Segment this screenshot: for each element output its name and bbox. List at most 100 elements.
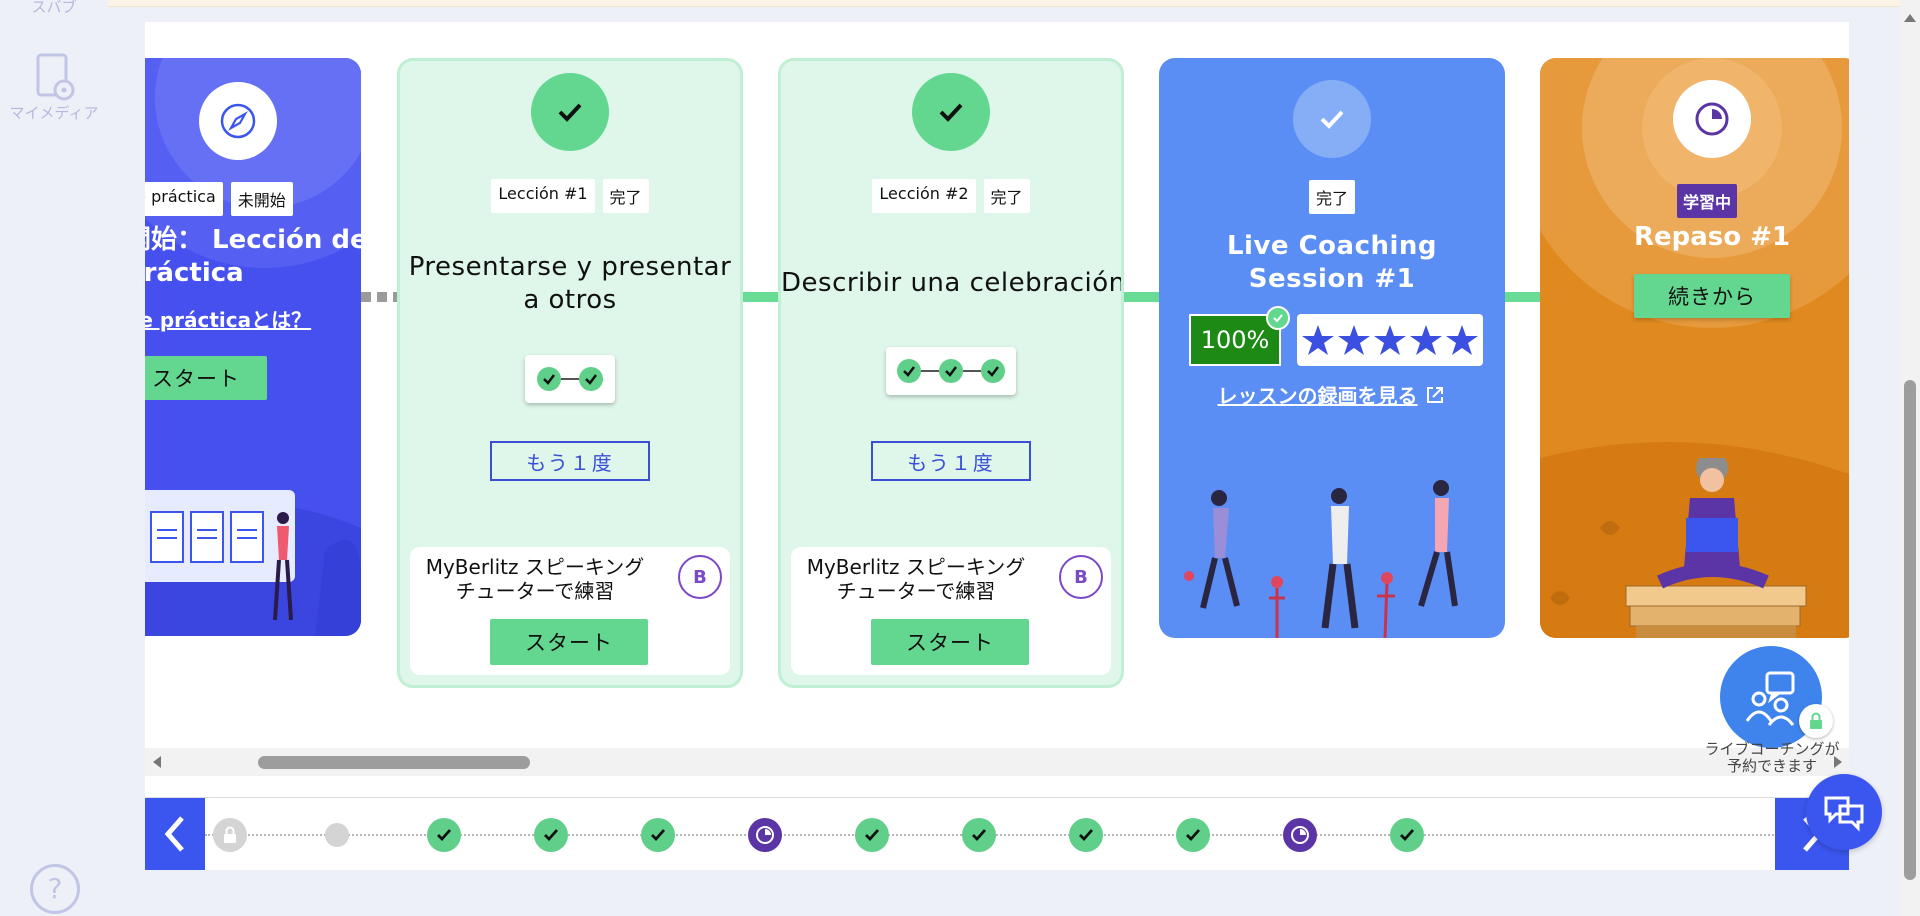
status-tag: 完了 (1308, 180, 1355, 214)
timeline-step-done[interactable] (1390, 818, 1424, 852)
check-icon (939, 359, 963, 383)
watch-recording-link[interactable]: レッスンの録画を見る (1159, 380, 1505, 409)
connector (741, 292, 781, 302)
timeline-step-done[interactable] (855, 818, 889, 852)
link-text[interactable]: とは？ (251, 308, 311, 332)
in-progress-icon (1291, 826, 1309, 844)
retry-button[interactable]: もう１度 (490, 441, 650, 481)
sidebar-item-label: スバブ (31, 0, 77, 16)
card-title: Describir una celebración (781, 268, 1124, 298)
speaking-tutor-box: MyBerlitz スピーキングチューターで練習 B スタート (410, 547, 730, 675)
check-icon (897, 359, 921, 383)
top-border (0, 0, 1920, 7)
retry-button[interactable]: もう１度 (871, 441, 1031, 481)
card-title-line: práctica (145, 258, 244, 288)
lock-icon (224, 826, 236, 843)
card-title-line: 開始： Lección de (145, 225, 361, 255)
check-icon (579, 367, 603, 391)
card-tags: 完了 (1159, 180, 1505, 214)
timeline-step-done[interactable] (641, 818, 675, 852)
sidebar-item-my-media[interactable]: マイメディア (0, 52, 108, 123)
card-title: Live Coaching Session #1 (1226, 231, 1438, 294)
timeline-step-done[interactable] (1176, 818, 1210, 852)
timeline-prev-button[interactable] (145, 798, 205, 870)
timeline-step-done[interactable] (427, 818, 461, 852)
live-coaching-card[interactable]: 完了 Live Coaching Session #1 100% レッスンの録画… (1159, 58, 1505, 638)
tutor-text: MyBerlitz スピーキングチューターで練習 (425, 555, 645, 603)
sidebar: スバブ マイメディア ? (0, 0, 108, 916)
link-text[interactable]: レッスンの録画を見る (1218, 384, 1418, 408)
lesson-type-tag: Lección #1 (491, 179, 595, 213)
lesson-type-tag: de práctica (145, 182, 223, 216)
tutor-text: MyBerlitz スピーキングチューターで練習 (806, 555, 1026, 603)
status-tag: 学習中 (1677, 184, 1738, 218)
in-progress-icon (1673, 80, 1751, 158)
status-tag: 完了 (983, 179, 1030, 213)
tutor-start-button[interactable]: スタート (871, 619, 1029, 665)
check-icon (972, 829, 987, 842)
sidebar-item-hub[interactable]: スバブ (0, 0, 108, 17)
lesson-track: de práctica 未開始 開始： Lección de práctica … (145, 22, 1849, 702)
check-icon (537, 367, 561, 391)
timeline-step-locked[interactable] (213, 818, 247, 852)
start-button[interactable]: スタート (145, 356, 267, 400)
connector (361, 292, 399, 302)
card-tags: Lección #1 完了 (400, 179, 740, 213)
status-tag: 完了 (602, 179, 649, 213)
continue-button[interactable]: 続きから (1634, 274, 1790, 318)
timeline-step-in-progress[interactable] (1283, 818, 1317, 852)
lesson-timeline-nav (145, 797, 1849, 870)
illustration (145, 490, 361, 636)
timeline-step-done[interactable] (534, 818, 568, 852)
card-title: 開始： Lección de práctica (145, 224, 361, 290)
chat-icon (1824, 796, 1864, 832)
star-rating (1297, 314, 1483, 366)
horizontal-scroll-thumb[interactable] (258, 756, 530, 769)
lesson-card-2[interactable]: Lección #2 完了 Describir una celebración … (778, 58, 1124, 688)
lesson-type-tag: Lección #2 (872, 179, 976, 213)
step-progress (886, 347, 1016, 395)
lock-icon (1799, 704, 1833, 738)
step-progress (525, 355, 615, 403)
scroll-left-icon[interactable] (151, 755, 163, 769)
check-icon (1400, 829, 1415, 842)
progress-line (963, 370, 981, 372)
berlitz-tutor-icon: B (1059, 555, 1103, 599)
connector (1122, 292, 1160, 302)
chat-button[interactable] (1806, 774, 1882, 850)
berlitz-tutor-icon: B (678, 555, 722, 599)
help-icon[interactable]: ? (30, 864, 80, 914)
timeline-step-done[interactable] (962, 818, 996, 852)
timeline-step-pending[interactable] (325, 823, 349, 847)
vertical-scroll-thumb[interactable] (1904, 380, 1916, 880)
tutor-start-button[interactable]: スタート (490, 619, 648, 665)
lesson-card-practice[interactable]: de práctica 未開始 開始： Lección de práctica … (145, 58, 361, 636)
link-text[interactable]: de práctica (145, 308, 251, 332)
celebration-illustration (1184, 480, 1458, 638)
card-title: Presentarse y presentar a otros (408, 252, 732, 315)
what-is-practice-link[interactable]: de prácticaとは？ (145, 304, 311, 333)
media-icon (36, 53, 75, 101)
check-icon (651, 829, 666, 842)
lesson-card-1[interactable]: Lección #1 完了 Presentarse y presentar a … (397, 58, 743, 688)
check-icon (1079, 829, 1094, 842)
reading-illustration (1550, 458, 1807, 638)
coaching-icon (1745, 671, 1795, 726)
check-icon (1186, 829, 1201, 842)
check-icon (981, 359, 1005, 383)
in-progress-icon (756, 826, 774, 844)
sidebar-item-label: マイメディア (9, 104, 99, 122)
card-title: Repaso #1 (1633, 222, 1791, 252)
check-icon (544, 829, 559, 842)
timeline-step-done[interactable] (1069, 818, 1103, 852)
speaking-tutor-box: MyBerlitz スピーキングチューターで練習 B スタート (791, 547, 1111, 675)
progress-line (561, 378, 579, 380)
review-card[interactable]: 学習中 Repaso #1 続きから (1540, 58, 1849, 638)
timeline-step-in-progress[interactable] (748, 818, 782, 852)
check-icon (1266, 306, 1290, 330)
chevron-left-icon (164, 816, 184, 852)
scroll-up-icon[interactable] (1903, 12, 1917, 24)
connector (1503, 292, 1541, 302)
progress-line (921, 370, 939, 372)
check-icon (531, 73, 609, 151)
